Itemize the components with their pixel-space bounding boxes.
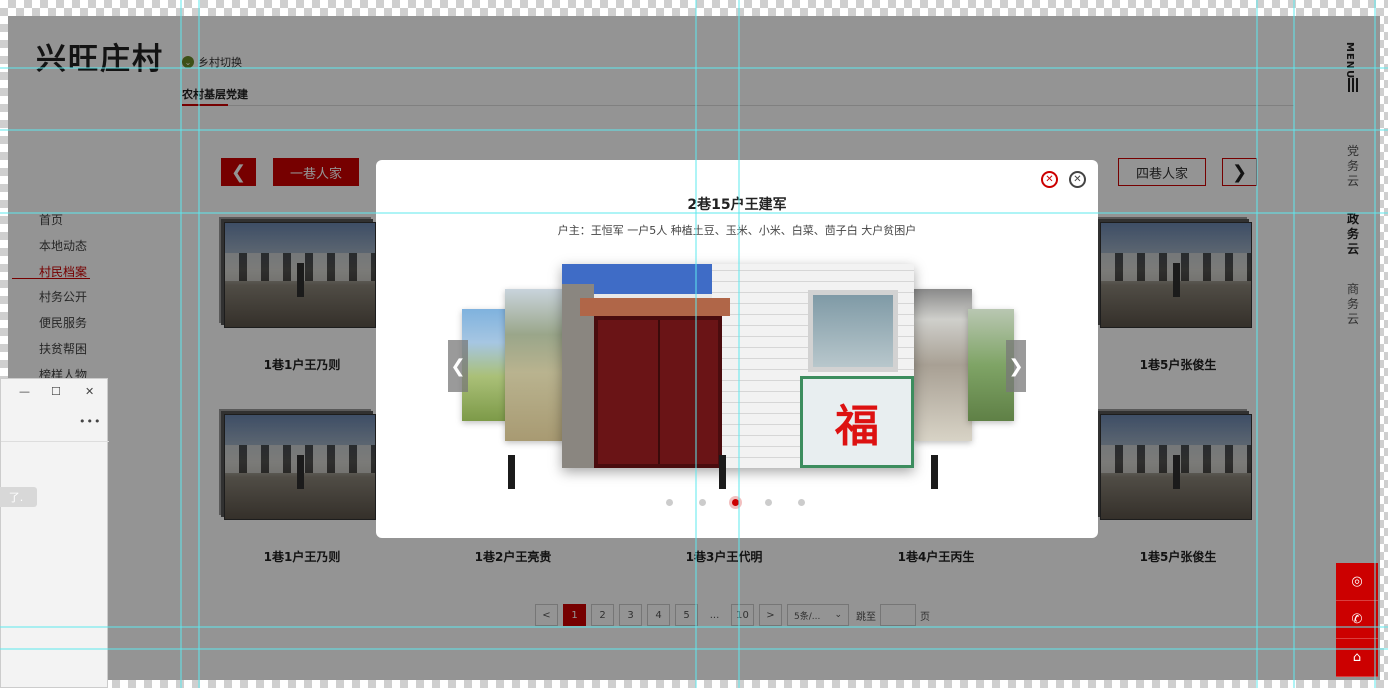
right-quick-bar: ◎ ✆ ⌂ bbox=[1336, 563, 1378, 677]
carousel-slide[interactable] bbox=[462, 309, 510, 421]
close-button[interactable]: ✕ bbox=[85, 385, 94, 398]
carousel-slide[interactable] bbox=[914, 289, 972, 441]
carousel-dot[interactable] bbox=[666, 499, 673, 506]
phone-icon[interactable]: ✆ bbox=[1336, 601, 1378, 639]
household-modal: ✕ ✕ 2巷15户王建军 户主：王恒军 一户5人 种植土豆、玉米、小米、白菜、茴… bbox=[376, 160, 1098, 538]
home-icon[interactable]: ⌂ bbox=[1336, 639, 1378, 677]
minimize-button[interactable]: — bbox=[19, 385, 30, 398]
carousel-next-button[interactable]: ❯ bbox=[1006, 340, 1026, 392]
chat-icon[interactable]: ◎ bbox=[1336, 563, 1378, 601]
window-tooltip: 了. bbox=[0, 487, 37, 507]
modal-title: 2巷15户王建军 bbox=[687, 197, 787, 213]
close-circle-red-icon[interactable]: ✕ bbox=[1041, 171, 1058, 188]
carousel-slide-active[interactable]: 福 bbox=[562, 264, 914, 468]
side-window: — ☐ ✕ ••• 了. bbox=[0, 378, 109, 688]
carousel-prev-button[interactable]: ❮ bbox=[448, 340, 468, 392]
close-circle-icon[interactable]: ✕ bbox=[1069, 171, 1086, 188]
chevron-left-icon: ❮ bbox=[450, 355, 466, 377]
carousel-dot[interactable] bbox=[699, 499, 706, 506]
carousel-dot[interactable] bbox=[798, 499, 805, 506]
fu-poster: 福 bbox=[800, 376, 914, 468]
chevron-right-icon: ❯ bbox=[1008, 355, 1024, 377]
window-divider bbox=[1, 441, 109, 442]
modal-description: 户主：王恒军 一户5人 种植土豆、玉米、小米、白菜、茴子白 大户贫困户 bbox=[557, 224, 917, 237]
carousel-dots bbox=[666, 499, 805, 506]
carousel-dot[interactable] bbox=[765, 499, 772, 506]
more-icon[interactable]: ••• bbox=[79, 415, 101, 428]
carousel-dot-active[interactable] bbox=[732, 499, 739, 506]
carousel-slide[interactable] bbox=[505, 289, 567, 441]
maximize-button[interactable]: ☐ bbox=[51, 385, 61, 398]
